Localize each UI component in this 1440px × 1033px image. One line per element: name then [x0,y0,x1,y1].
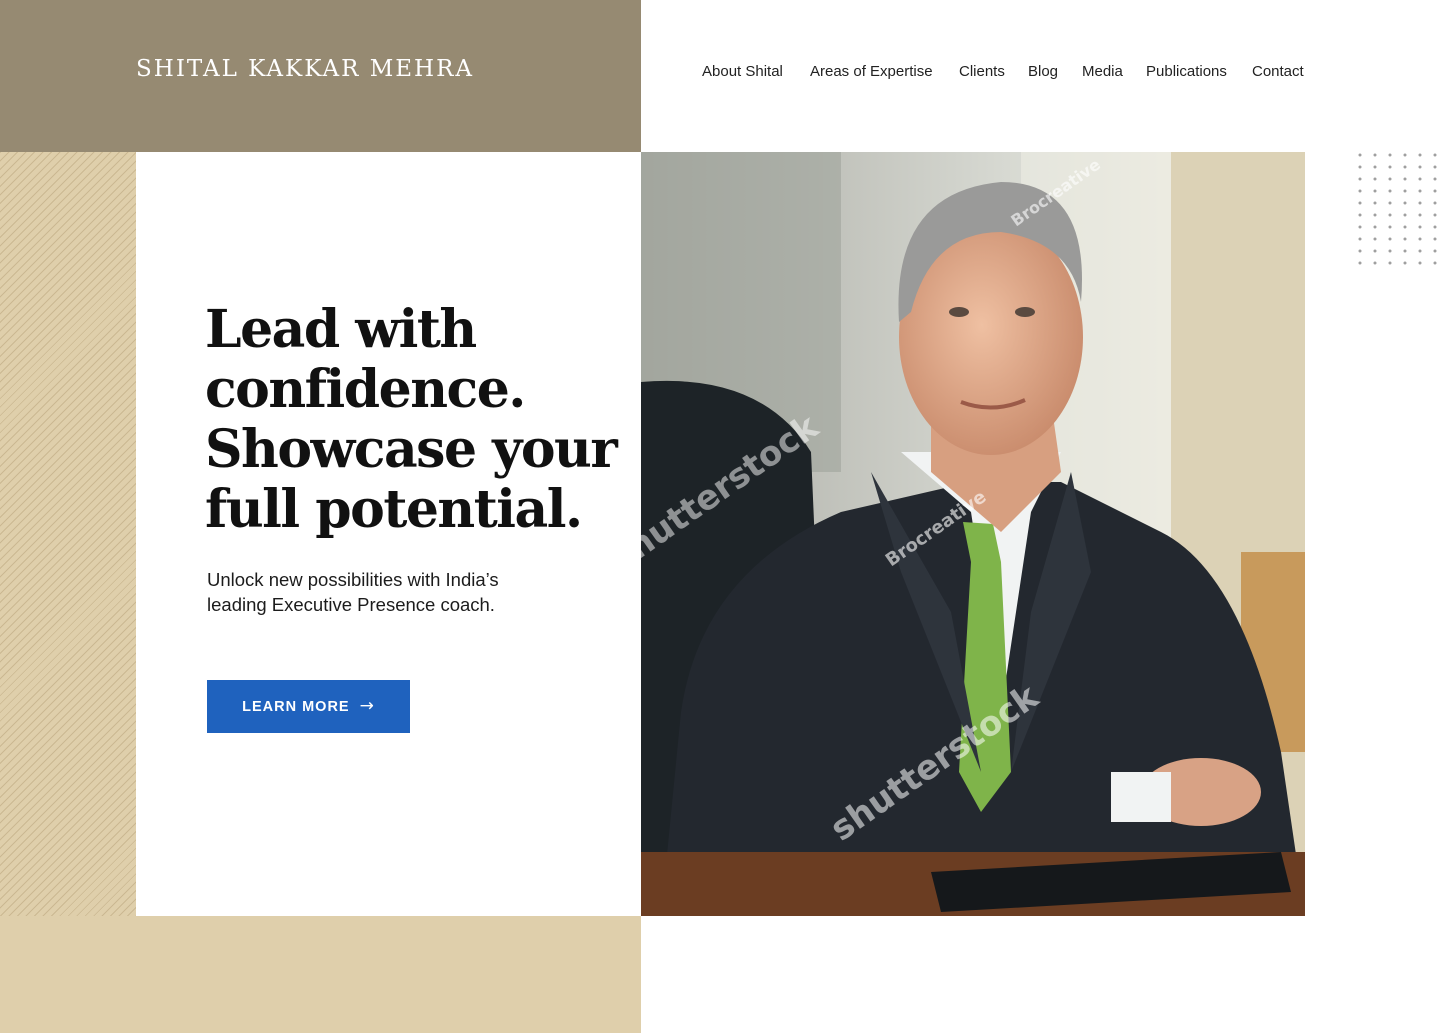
hero-card: Lead with confidence. Showcase your full… [136,152,641,916]
hero-heading-line: confidence. [205,359,526,420]
learn-more-button[interactable]: LEARN MORE → [207,680,410,733]
hero-subtitle-line: leading Executive Presence coach. [207,594,495,615]
hero-subtitle: Unlock new possibilities with India’s le… [207,567,567,617]
nav-item-expertise[interactable]: Areas of Expertise [810,63,933,80]
hero-heading-line: Showcase your [205,419,618,480]
hero-heading-line: full potential. [205,479,583,540]
hero-photo: shutterstock shutterstock Brocreative Br… [641,152,1305,916]
nav-item-contact[interactable]: Contact [1252,63,1304,80]
tan-base-block [0,916,641,1033]
dot-grid-decoration [1358,153,1437,265]
striped-side-panel [0,152,136,916]
hero-heading-line: Lead with [205,299,477,360]
nav-item-publications[interactable]: Publications [1146,63,1227,80]
hero-heading: Lead with confidence. Showcase your full… [205,300,625,540]
brand-header-block: SHITAL KAKKAR MEHRA [0,0,641,152]
arrow-right-icon: → [359,696,375,716]
hero-subtitle-line: Unlock new possibilities with India’s [207,569,499,590]
learn-more-label: LEARN MORE [242,698,350,715]
nav-item-blog[interactable]: Blog [1028,63,1058,80]
site-logo[interactable]: SHITAL KAKKAR MEHRA [136,56,474,82]
nav-item-clients[interactable]: Clients [959,63,1005,80]
nav-item-about[interactable]: About Shital [702,63,783,80]
nav-item-media[interactable]: Media [1082,63,1123,80]
